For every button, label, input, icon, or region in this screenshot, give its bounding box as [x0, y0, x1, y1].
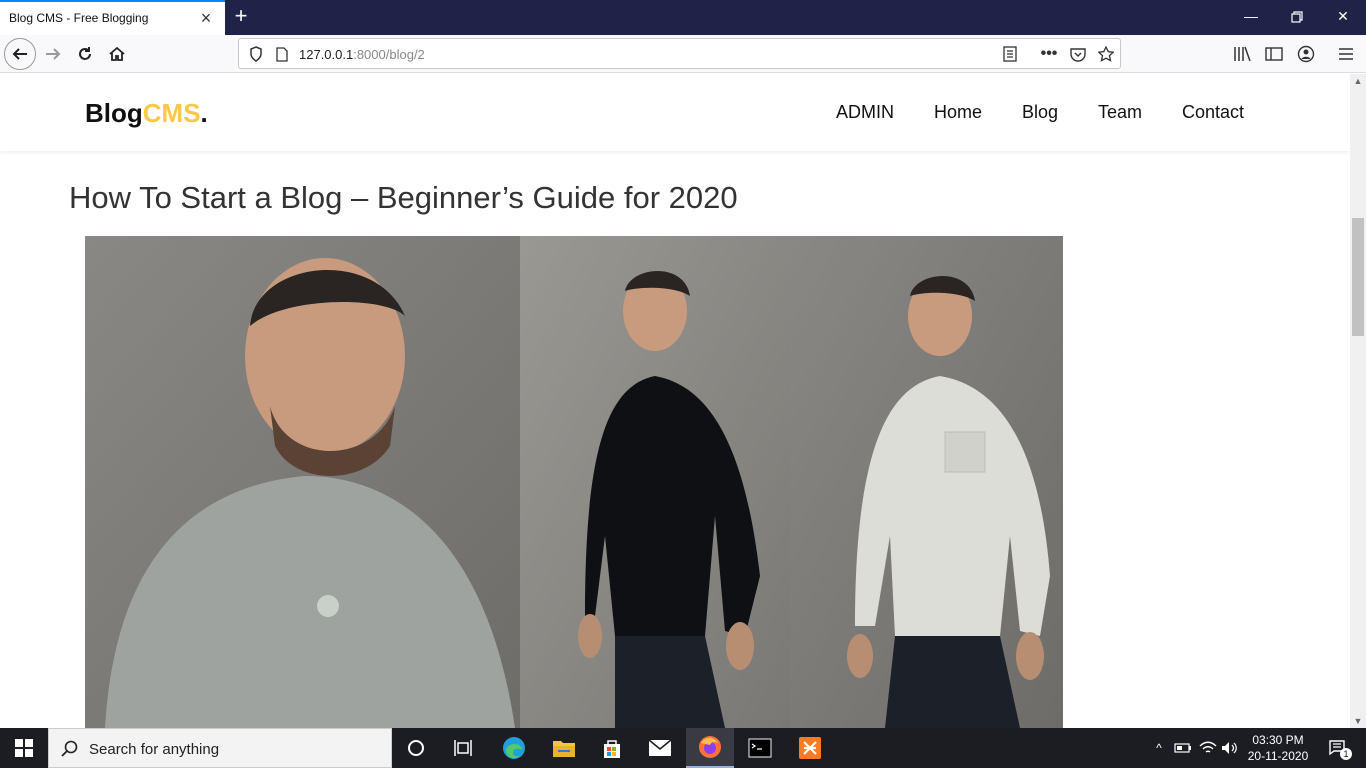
reload-button[interactable] [70, 39, 100, 69]
taskbar: Search for anything ^ 03:30 PM 20-11-202… [0, 728, 1366, 768]
nav-admin[interactable]: ADMIN [836, 102, 894, 123]
scroll-up-icon[interactable]: ▲ [1350, 74, 1366, 88]
xampp-icon[interactable] [786, 728, 834, 768]
volume-icon[interactable] [1219, 728, 1241, 768]
reader-view-icon[interactable] [999, 43, 1021, 65]
post-title: How To Start a Blog – Beginner’s Guide f… [69, 180, 738, 215]
reload-icon [79, 47, 91, 60]
clock-date: 20-11-2020 [1247, 749, 1309, 763]
forward-button[interactable] [38, 39, 68, 69]
pocket-icon[interactable] [1067, 43, 1089, 65]
cortana-icon[interactable] [392, 728, 440, 768]
page-info-icon[interactable] [271, 43, 293, 65]
back-button[interactable] [4, 38, 36, 70]
clock-time: 03:30 PM [1252, 733, 1304, 747]
post-hero-image [85, 236, 1063, 728]
sidebar-icon[interactable] [1260, 40, 1288, 68]
more-actions-icon[interactable]: ••• [1038, 43, 1060, 65]
firefox-icon[interactable] [686, 728, 734, 768]
browser-tab-strip: Blog CMS - Free Blogging × + — ✕ [0, 0, 1366, 35]
restore-icon[interactable] [1274, 0, 1320, 35]
scroll-down-icon[interactable]: ▼ [1350, 714, 1366, 728]
nav-contact[interactable]: Contact [1182, 102, 1244, 123]
nav-team[interactable]: Team [1098, 102, 1142, 123]
microsoft-store-icon[interactable] [588, 728, 636, 768]
site-logo[interactable]: BlogCMS. [85, 98, 208, 129]
scrollbar-thumb[interactable] [1352, 218, 1364, 336]
browser-toolbar: 127.0.0.1:8000/blog/2 ••• [0, 35, 1366, 73]
tab-close-icon[interactable]: × [196, 8, 216, 28]
taskbar-search-box[interactable]: Search for anything [48, 728, 392, 768]
arrow-right-icon [46, 48, 61, 60]
menu-icon[interactable] [1332, 40, 1360, 68]
taskbar-clock[interactable]: 03:30 PM 20-11-2020 [1240, 732, 1316, 764]
library-icon[interactable] [1228, 40, 1256, 68]
tab-title: Blog CMS - Free Blogging [9, 11, 149, 25]
terminal-icon[interactable] [736, 728, 784, 768]
edge-browser-icon[interactable] [490, 728, 538, 768]
page-scrollbar[interactable]: ▲ ▼ [1350, 74, 1366, 728]
file-explorer-icon[interactable] [540, 728, 588, 768]
windows-start-button[interactable] [0, 728, 48, 768]
browser-tab[interactable]: Blog CMS - Free Blogging × [0, 0, 225, 35]
notification-center-icon[interactable]: 1 [1318, 728, 1358, 768]
url-text: 127.0.0.1:8000/blog/2 [299, 47, 425, 62]
search-icon [61, 740, 78, 757]
close-window-icon[interactable]: ✕ [1320, 0, 1366, 35]
nav-blog[interactable]: Blog [1022, 102, 1058, 123]
task-view-icon[interactable] [440, 728, 488, 768]
battery-icon[interactable] [1172, 728, 1194, 768]
address-bar[interactable]: 127.0.0.1:8000/blog/2 ••• [238, 38, 1121, 69]
site-header: BlogCMS. ADMIN Home Blog Team Contact [0, 74, 1350, 151]
wifi-icon[interactable] [1197, 728, 1219, 768]
shield-icon[interactable] [245, 43, 267, 65]
bookmark-star-icon[interactable] [1095, 43, 1117, 65]
arrow-left-icon [12, 48, 27, 60]
home-button[interactable] [102, 39, 132, 69]
notification-badge: 1 [1340, 748, 1352, 760]
nav-home[interactable]: Home [934, 102, 982, 123]
new-tab-icon[interactable]: + [229, 5, 253, 29]
mail-icon[interactable] [636, 728, 684, 768]
show-hidden-icons-icon[interactable]: ^ [1150, 728, 1168, 768]
minimize-icon[interactable]: — [1228, 0, 1274, 35]
account-icon[interactable] [1292, 40, 1320, 68]
search-placeholder: Search for anything [89, 741, 220, 758]
home-icon [109, 46, 125, 61]
page-viewport: BlogCMS. ADMIN Home Blog Team Contact Ho… [0, 74, 1350, 728]
windows-logo-icon [15, 739, 33, 757]
